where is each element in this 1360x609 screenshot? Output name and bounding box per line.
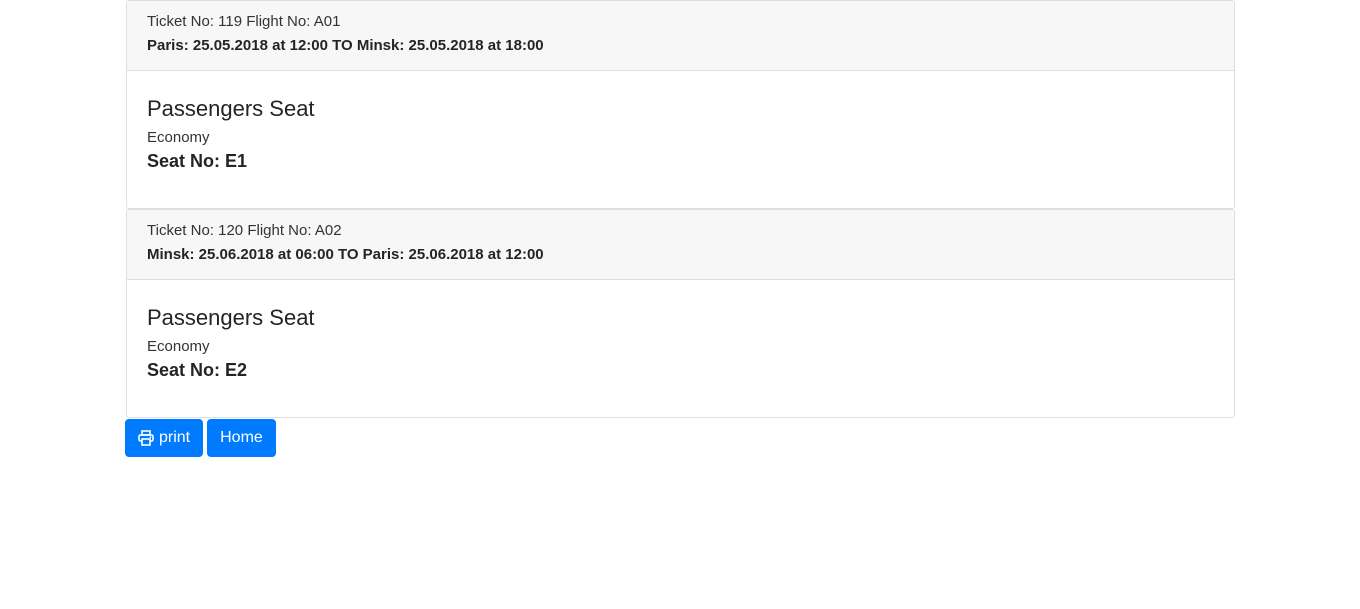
seat-class: Economy	[147, 129, 210, 146]
seat-number: Seat No: E2	[147, 360, 248, 380]
seat-section-title: Passengers Seat	[147, 305, 315, 330]
home-label: Home	[220, 429, 263, 446]
ticket-card-header: Ticket No: 120 Flight No: A02 Minsk: 25.…	[127, 210, 1234, 280]
ticket-card-body: Passengers Seat Economy Seat No: E2	[127, 280, 1234, 417]
ticket-card-body: Passengers Seat Economy Seat No: E1	[127, 71, 1234, 208]
seat-section-title: Passengers Seat	[147, 96, 315, 121]
ticket-flight-info: Ticket No: 120 Flight No: A02	[147, 222, 342, 239]
printer-icon	[138, 430, 154, 446]
ticket-flight-info: Ticket No: 119 Flight No: A01	[147, 13, 341, 30]
action-buttons: print Home	[125, 419, 276, 457]
ticket-card-2: Ticket No: 120 Flight No: A02 Minsk: 25.…	[126, 209, 1235, 418]
print-button[interactable]: print	[125, 419, 204, 457]
ticket-card-header: Ticket No: 119 Flight No: A01 Paris: 25.…	[127, 1, 1234, 71]
seat-class: Economy	[147, 338, 210, 355]
flight-route: Minsk: 25.06.2018 at 06:00 TO Paris: 25.…	[147, 246, 544, 263]
home-button[interactable]: Home	[207, 419, 276, 457]
print-label: print	[159, 429, 191, 446]
ticket-card-1: Ticket No: 119 Flight No: A01 Paris: 25.…	[126, 0, 1235, 209]
seat-number: Seat No: E1	[147, 151, 248, 171]
flight-route: Paris: 25.05.2018 at 12:00 TO Minsk: 25.…	[147, 37, 544, 54]
tickets-list: Ticket No: 119 Flight No: A01 Paris: 25.…	[126, 0, 1235, 418]
